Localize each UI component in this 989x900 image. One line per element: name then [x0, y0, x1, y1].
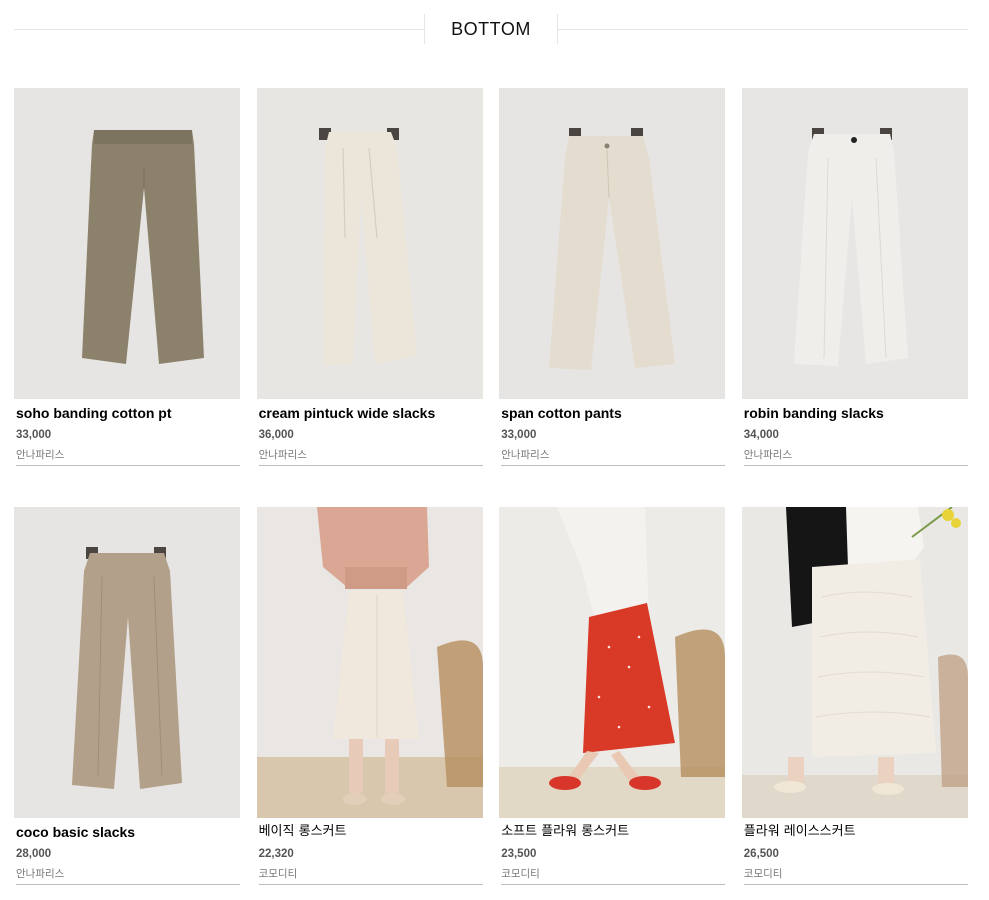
- product-brand: 코모디티: [743, 867, 968, 885]
- skirt-red-floral-model-image: [499, 507, 726, 818]
- product-card[interactable]: robin banding slacks 34,000 안나파리스: [741, 88, 968, 466]
- product-card[interactable]: 플라워 레이스스커트 26,500 코모디티: [741, 507, 968, 885]
- header-divider-right: [558, 29, 968, 30]
- product-price: 33,000: [16, 429, 52, 441]
- pants-ivory-image: [499, 88, 726, 399]
- skirt-ivory-model-image: [256, 507, 483, 818]
- product-price: 26,500: [743, 848, 779, 860]
- pants-white-image: [741, 88, 968, 399]
- section-header: BOTTOM: [14, 14, 968, 44]
- pants-cream-wide-image: [256, 88, 483, 399]
- product-image[interactable]: [499, 88, 726, 399]
- product-name[interactable]: soho banding cotton pt: [16, 405, 240, 421]
- product-price: 36,000: [258, 429, 294, 441]
- product-name[interactable]: 플라워 레이스스커트: [744, 824, 968, 840]
- product-image[interactable]: [499, 507, 726, 818]
- product-card[interactable]: 소프트 플라워 롱스커트 23,500 코모디티: [499, 507, 726, 885]
- product-name[interactable]: 베이직 롱스커트: [259, 824, 483, 840]
- product-card[interactable]: coco basic slacks 28,000 안나파리스: [14, 507, 240, 885]
- product-image[interactable]: [256, 88, 483, 399]
- product-card[interactable]: 베이직 롱스커트 22,320 코모디티: [256, 507, 483, 885]
- product-brand: 안나파리스: [501, 448, 726, 466]
- product-brand: 안나파리스: [743, 448, 968, 466]
- product-image[interactable]: [741, 507, 968, 818]
- header-divider-left: [14, 29, 424, 30]
- product-card[interactable]: soho banding cotton pt 33,000 안나파리스: [14, 88, 240, 466]
- section-title: BOTTOM: [424, 14, 558, 44]
- product-name[interactable]: robin banding slacks: [744, 405, 968, 421]
- product-image[interactable]: [741, 88, 968, 399]
- product-price: 22,320: [258, 848, 294, 860]
- pants-khaki-image: [14, 88, 240, 399]
- product-image[interactable]: [14, 88, 240, 399]
- product-brand: 안나파리스: [258, 448, 483, 466]
- product-name[interactable]: span cotton pants: [501, 405, 725, 421]
- product-grid: soho banding cotton pt 33,000 안나파리스 crea…: [14, 88, 968, 885]
- product-brand: 안나파리스: [16, 867, 240, 885]
- product-card[interactable]: cream pintuck wide slacks 36,000 안나파리스: [256, 88, 483, 466]
- product-image[interactable]: [256, 507, 483, 818]
- pants-beige-image: [14, 507, 240, 818]
- product-price: 28,000: [16, 848, 52, 860]
- product-card[interactable]: span cotton pants 33,000 안나파리스: [499, 88, 726, 466]
- product-image[interactable]: [14, 507, 240, 818]
- product-brand: 코모디티: [501, 867, 726, 885]
- product-price: 23,500: [501, 848, 537, 860]
- skirt-lace-model-image: [741, 507, 968, 818]
- product-name[interactable]: cream pintuck wide slacks: [259, 405, 483, 421]
- product-brand: 코모디티: [258, 867, 483, 885]
- product-name[interactable]: coco basic slacks: [16, 824, 240, 840]
- product-price: 33,000: [501, 429, 537, 441]
- product-name[interactable]: 소프트 플라워 롱스커트: [501, 824, 725, 840]
- product-price: 34,000: [743, 429, 779, 441]
- product-brand: 안나파리스: [16, 448, 240, 466]
